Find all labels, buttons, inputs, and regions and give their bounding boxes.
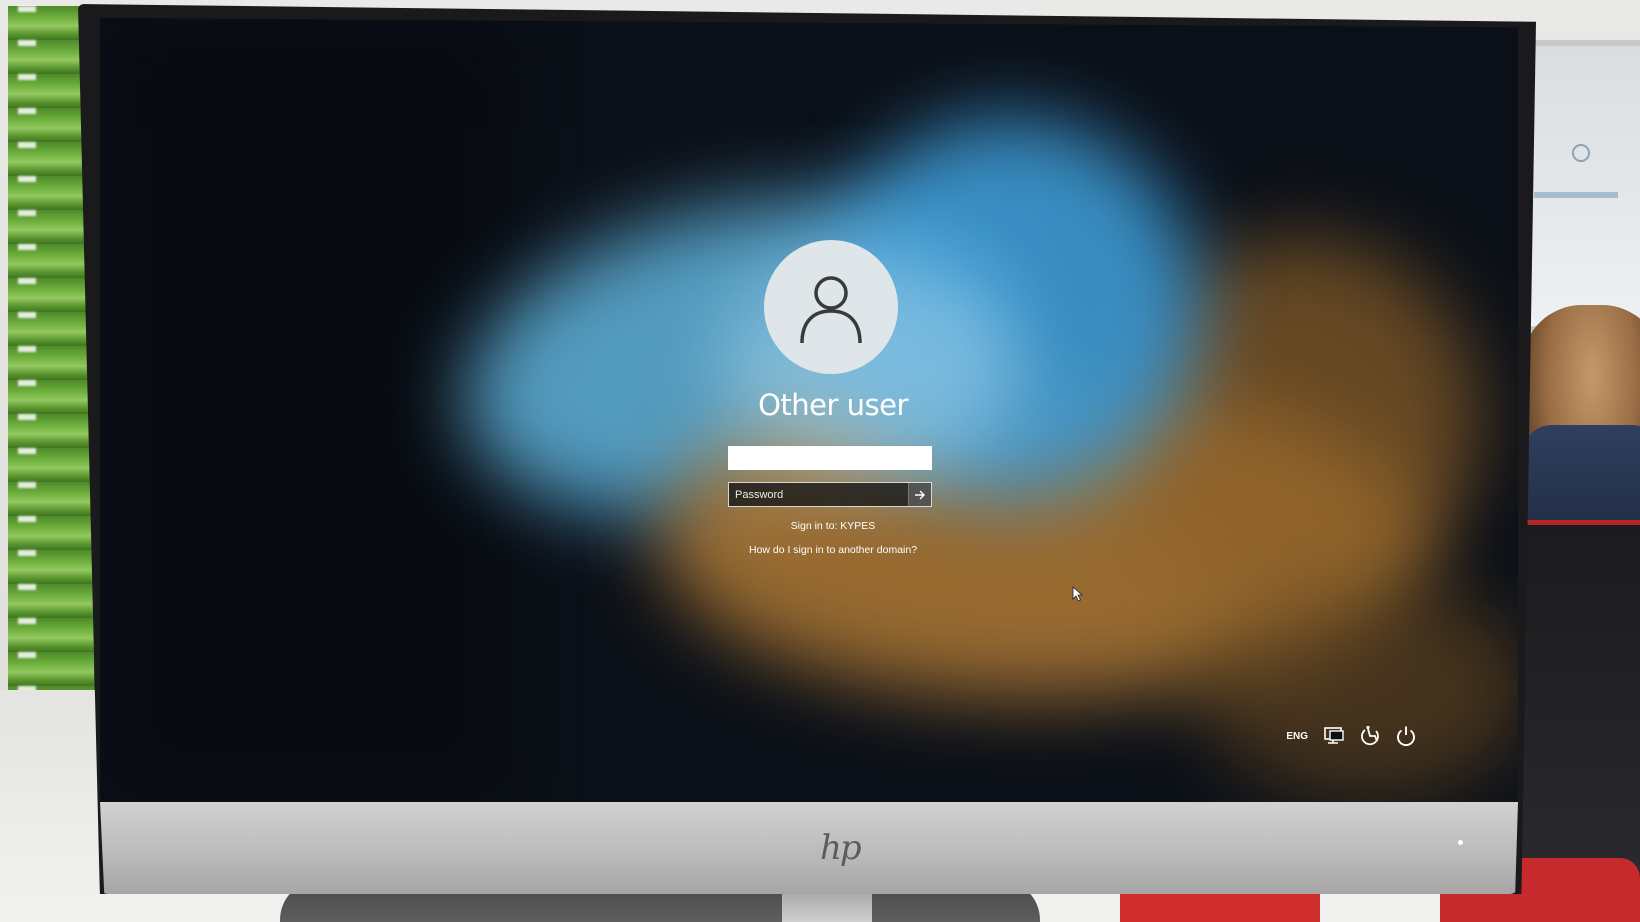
mouse-cursor-icon xyxy=(1072,586,1084,602)
user-avatar xyxy=(764,240,898,374)
background-monitor xyxy=(1520,40,1640,332)
password-field-group xyxy=(728,482,932,507)
network-icon[interactable] xyxy=(1322,724,1346,748)
user-icon xyxy=(800,276,862,344)
username-input[interactable] xyxy=(728,446,932,470)
accessibility-icon[interactable] xyxy=(1358,724,1382,748)
lock-screen: Other user Sign in to: KYPES How do I si… xyxy=(100,18,1518,804)
power-led xyxy=(1458,840,1463,845)
system-tray: ENG xyxy=(1286,724,1418,748)
another-domain-link[interactable]: How do I sign in to another domain? xyxy=(600,544,1066,556)
language-indicator[interactable]: ENG xyxy=(1286,731,1308,742)
arrow-right-icon xyxy=(915,490,925,499)
background-person xyxy=(1522,305,1640,555)
photo-scene: Other user Sign in to: KYPES How do I si… xyxy=(0,0,1640,922)
background-monitor-dot xyxy=(1572,144,1590,162)
password-input[interactable] xyxy=(729,483,908,506)
hp-logo: hp xyxy=(820,828,862,868)
sign-in-domain-text: Sign in to: KYPES xyxy=(790,520,876,532)
monitor-bezel xyxy=(100,802,1518,894)
power-icon[interactable] xyxy=(1394,724,1418,748)
sign-in-panel: Other user Sign in to: KYPES How do I si… xyxy=(100,18,1518,804)
office-chair xyxy=(1520,520,1640,885)
background-monitor-bar xyxy=(1534,192,1618,198)
username-heading: Other user xyxy=(758,388,908,422)
submit-button[interactable] xyxy=(908,483,931,506)
